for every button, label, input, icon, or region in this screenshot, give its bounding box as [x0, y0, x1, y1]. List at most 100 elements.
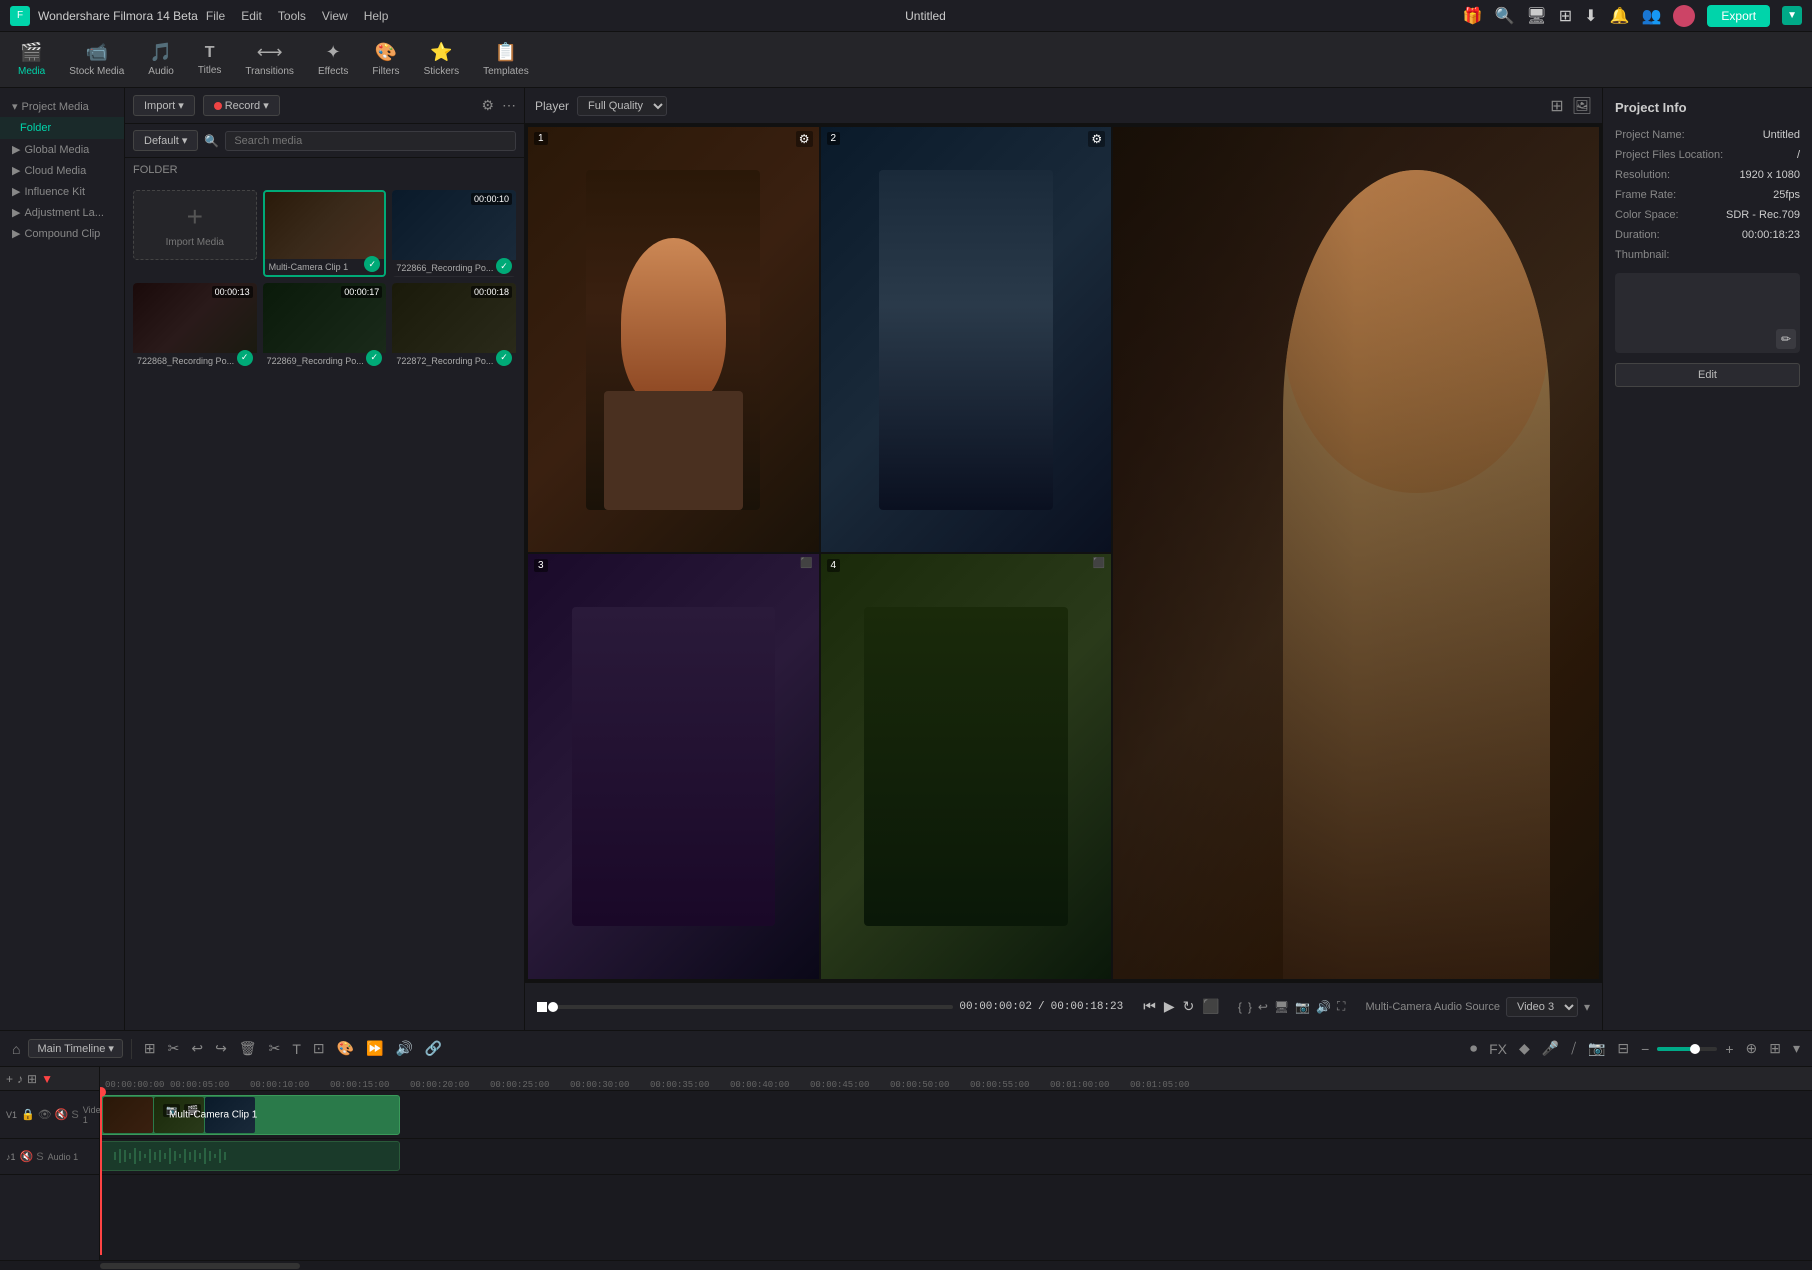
toolbar-media[interactable]: 🎬 Media	[8, 38, 55, 81]
add-video-icon[interactable]: +	[6, 1072, 13, 1086]
search-input[interactable]	[225, 131, 516, 151]
track-a1-mute[interactable]: 🔇	[20, 1150, 34, 1163]
progress-thumb[interactable]	[548, 1002, 558, 1012]
text-tool[interactable]: T	[288, 1039, 305, 1059]
media-clip-3[interactable]: 00:00:13 ✓ 722868_Recording Po...	[133, 283, 257, 369]
media-clip-1[interactable]: ✓ Multi-Camera Clip 1	[263, 190, 387, 277]
sidebar-folder[interactable]: Folder	[0, 117, 124, 139]
cam-3[interactable]: 3 ⬛	[528, 554, 819, 979]
track-v1-solo[interactable]: S	[71, 1109, 78, 1121]
toolbar-titles[interactable]: T Titles	[188, 40, 232, 80]
snap-icon[interactable]: ⊞	[27, 1072, 37, 1086]
link-tool[interactable]: 🔗	[421, 1038, 446, 1059]
import-button[interactable]: Import ▾	[133, 95, 195, 116]
track-a1-solo[interactable]: S	[36, 1151, 43, 1163]
toolbar-stock[interactable]: 📹 Stock Media	[59, 38, 134, 81]
monitor-icon[interactable]: 🖥	[1526, 6, 1546, 26]
import-media-thumb[interactable]: + Import Media	[133, 190, 257, 277]
download-icon[interactable]: ⬇	[1584, 6, 1597, 26]
sidebar-compound[interactable]: ▶ Compound Clip	[0, 223, 124, 244]
media-clip-2[interactable]: 00:00:10 ✓ 722866_Recording Po...	[392, 190, 516, 277]
menu-file[interactable]: File	[206, 9, 225, 23]
export-button[interactable]: Export	[1707, 5, 1770, 27]
record-button[interactable]: Record ▾	[203, 95, 280, 116]
cam-2-settings-icon[interactable]: ⚙	[1088, 131, 1105, 147]
menu-tools[interactable]: Tools	[278, 9, 306, 23]
return-icon[interactable]: ↩	[1258, 1000, 1268, 1014]
more-options-icon[interactable]: ⋯	[502, 97, 516, 114]
menu-help[interactable]: Help	[364, 9, 389, 23]
volume-icon[interactable]: 🔊	[1316, 1000, 1331, 1014]
zoom-slider[interactable]	[1657, 1047, 1717, 1051]
sidebar-influence-kit[interactable]: ▶ Influence Kit	[0, 181, 124, 202]
timeline-title-dropdown[interactable]: Main Timeline ▾	[28, 1039, 122, 1058]
audio-source-select[interactable]: Video 3	[1506, 997, 1578, 1017]
bell-icon[interactable]: 🔔	[1610, 6, 1630, 26]
track-v1-eye[interactable]: 👁	[38, 1108, 52, 1121]
cam-4[interactable]: 4 ⬛	[821, 554, 1112, 979]
sidebar-global-media[interactable]: ▶ Global Media	[0, 139, 124, 160]
crop-tool[interactable]: ⊡	[309, 1038, 329, 1059]
go-start-button[interactable]: ⏮	[1141, 996, 1158, 1017]
cam-1[interactable]: 1 ⚙	[528, 127, 819, 552]
record-tl-button[interactable]: ⏺	[1466, 1038, 1481, 1059]
play-button[interactable]: ▶	[1162, 996, 1177, 1017]
cam-button[interactable]: 📷	[1584, 1038, 1609, 1059]
toolbar-templates[interactable]: 📋 Templates	[473, 38, 539, 81]
toolbar-filters[interactable]: 🎨 Filters	[362, 38, 409, 81]
playhead-icon[interactable]: ▼	[41, 1072, 53, 1086]
image-view-icon[interactable]: 🖼	[1572, 96, 1592, 116]
zoom-out-button[interactable]: −	[1637, 1039, 1653, 1059]
in-mark-icon[interactable]: {	[1238, 1000, 1242, 1014]
panel-button[interactable]: ⊟	[1613, 1038, 1633, 1059]
filter-icon[interactable]: ⚙	[481, 97, 494, 114]
menu-view[interactable]: View	[322, 9, 348, 23]
color-tool[interactable]: 🎨	[333, 1038, 358, 1059]
progress-bar[interactable]	[553, 1005, 953, 1009]
grid-view-icon[interactable]: ⊞	[1550, 96, 1563, 116]
zoom-thumb[interactable]	[1690, 1044, 1700, 1054]
split-button[interactable]: ⧸	[1567, 1038, 1580, 1059]
add-track-button[interactable]: ⊕	[1742, 1038, 1762, 1059]
mic-button[interactable]: 🎤	[1538, 1038, 1563, 1059]
fx-button[interactable]: FX	[1485, 1039, 1511, 1059]
select-tool[interactable]: ⊞	[140, 1038, 160, 1059]
sidebar-project-media[interactable]: ▾ Project Media	[0, 96, 124, 117]
toolbar-audio[interactable]: 🎵 Audio	[138, 38, 184, 81]
monitor-out-icon[interactable]: 🖥	[1274, 1000, 1289, 1014]
fullscreen-icon[interactable]: ⛶	[1337, 999, 1345, 1014]
cam-2[interactable]: 2 ⚙	[821, 127, 1112, 552]
menu-edit[interactable]: Edit	[241, 9, 262, 23]
sidebar-adjustment[interactable]: ▶ Adjustment La...	[0, 202, 124, 223]
video-clip-block[interactable]: 📷 🎬 Multi-Camera Clip 1	[100, 1095, 400, 1135]
cam-4-icon[interactable]: ⬛	[1093, 558, 1105, 569]
scrollbar-thumb[interactable]	[100, 1263, 300, 1269]
search-icon[interactable]: 🔍	[1495, 6, 1515, 26]
out-mark-icon[interactable]: }	[1248, 1000, 1252, 1014]
track-v1-mute[interactable]: 🔇	[55, 1108, 69, 1121]
layout-dropdown[interactable]: ▾	[1789, 1038, 1804, 1059]
thumbnail-edit-icon[interactable]: ✏	[1776, 329, 1796, 349]
cam-1-settings-icon[interactable]: ⚙	[796, 131, 813, 147]
quality-select[interactable]: Full Quality 1/2 Quality 1/4 Quality	[577, 96, 667, 116]
undo-button[interactable]: ↩	[187, 1038, 207, 1059]
timeline-home-button[interactable]: ⌂	[8, 1039, 24, 1059]
export-dropdown[interactable]: ▼	[1782, 6, 1802, 25]
audio-dropdown-icon[interactable]: ▾	[1584, 1000, 1590, 1014]
delete-button[interactable]: 🗑	[235, 1038, 261, 1059]
avatar[interactable]	[1673, 5, 1695, 27]
cam-3-icon[interactable]: ⬛	[800, 558, 812, 569]
media-clip-5[interactable]: 00:00:18 ✓ 722872_Recording Po...	[392, 283, 516, 369]
trim-tool[interactable]: ✂	[164, 1038, 184, 1059]
timeline-scrollbar[interactable]	[0, 1260, 1812, 1270]
users-icon[interactable]: 👥	[1641, 6, 1661, 26]
grid-icon[interactable]: ⊞	[1559, 6, 1572, 26]
default-view-button[interactable]: Default ▾	[133, 130, 198, 151]
play-loop-button[interactable]: ↻	[1181, 996, 1197, 1017]
redo-button[interactable]: ↪	[211, 1038, 231, 1059]
layout-button[interactable]: ⊞	[1765, 1038, 1785, 1059]
stop-button[interactable]: ⬛	[1200, 996, 1221, 1017]
sidebar-cloud-media[interactable]: ▶ Cloud Media	[0, 160, 124, 181]
edit-button[interactable]: Edit	[1615, 363, 1800, 387]
gift-icon[interactable]: 🎁	[1463, 6, 1483, 26]
